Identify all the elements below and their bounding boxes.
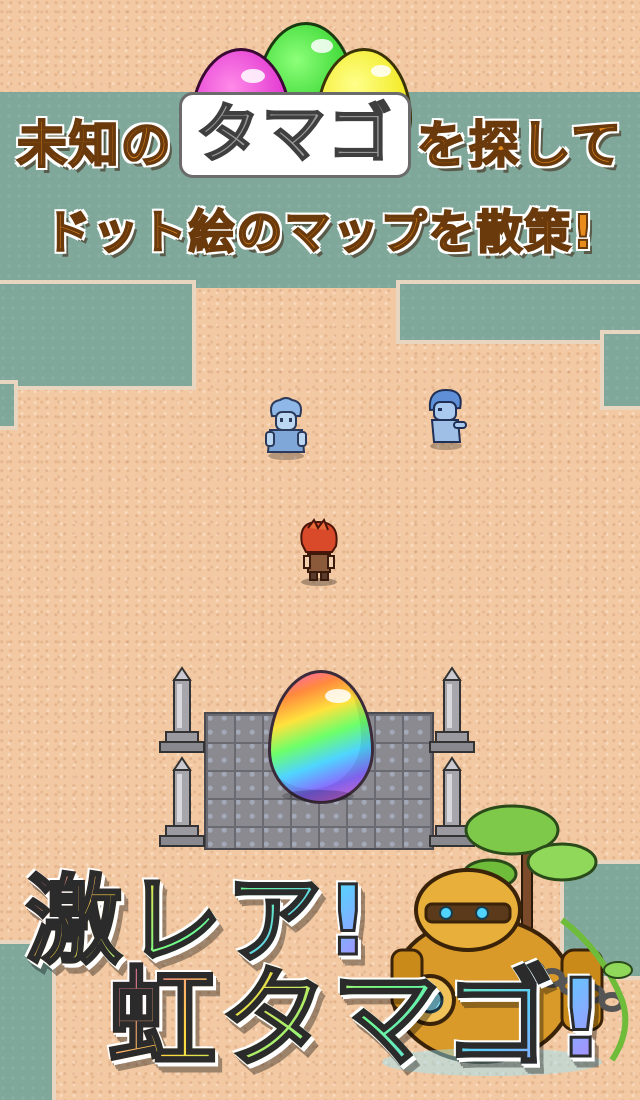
blue-ghost-character bbox=[265, 397, 307, 460]
stone-pillar-top-left bbox=[159, 666, 205, 753]
headline-line2: ドット絵のマップを散策! bbox=[0, 192, 640, 272]
blue-zombie-character bbox=[428, 388, 467, 450]
stone-pillar-top-right bbox=[429, 666, 475, 753]
red-haired-hero bbox=[300, 518, 338, 586]
promo-line2: 虹タマゴ! bbox=[106, 956, 610, 1083]
tamago-box: タマゴ bbox=[178, 92, 411, 178]
stone-pillar-bottom-left bbox=[159, 756, 205, 847]
game-screen: 未知の タマゴ を探して ドット絵のマップを散策! 激レア! 虹タマゴ! bbox=[0, 0, 640, 1100]
headline-line2-text: ドット絵のマップを散策! bbox=[44, 204, 596, 260]
water-region-right-edge bbox=[600, 330, 640, 410]
water-region-left-lower bbox=[0, 380, 18, 430]
headline-line1-before: 未知の bbox=[16, 115, 173, 175]
headline-line1-after: を探して bbox=[416, 115, 624, 175]
headline-line1: 未知の タマゴ を探して bbox=[0, 92, 640, 185]
rainbow-egg-shadow bbox=[282, 790, 354, 802]
water-region-left bbox=[0, 280, 196, 390]
